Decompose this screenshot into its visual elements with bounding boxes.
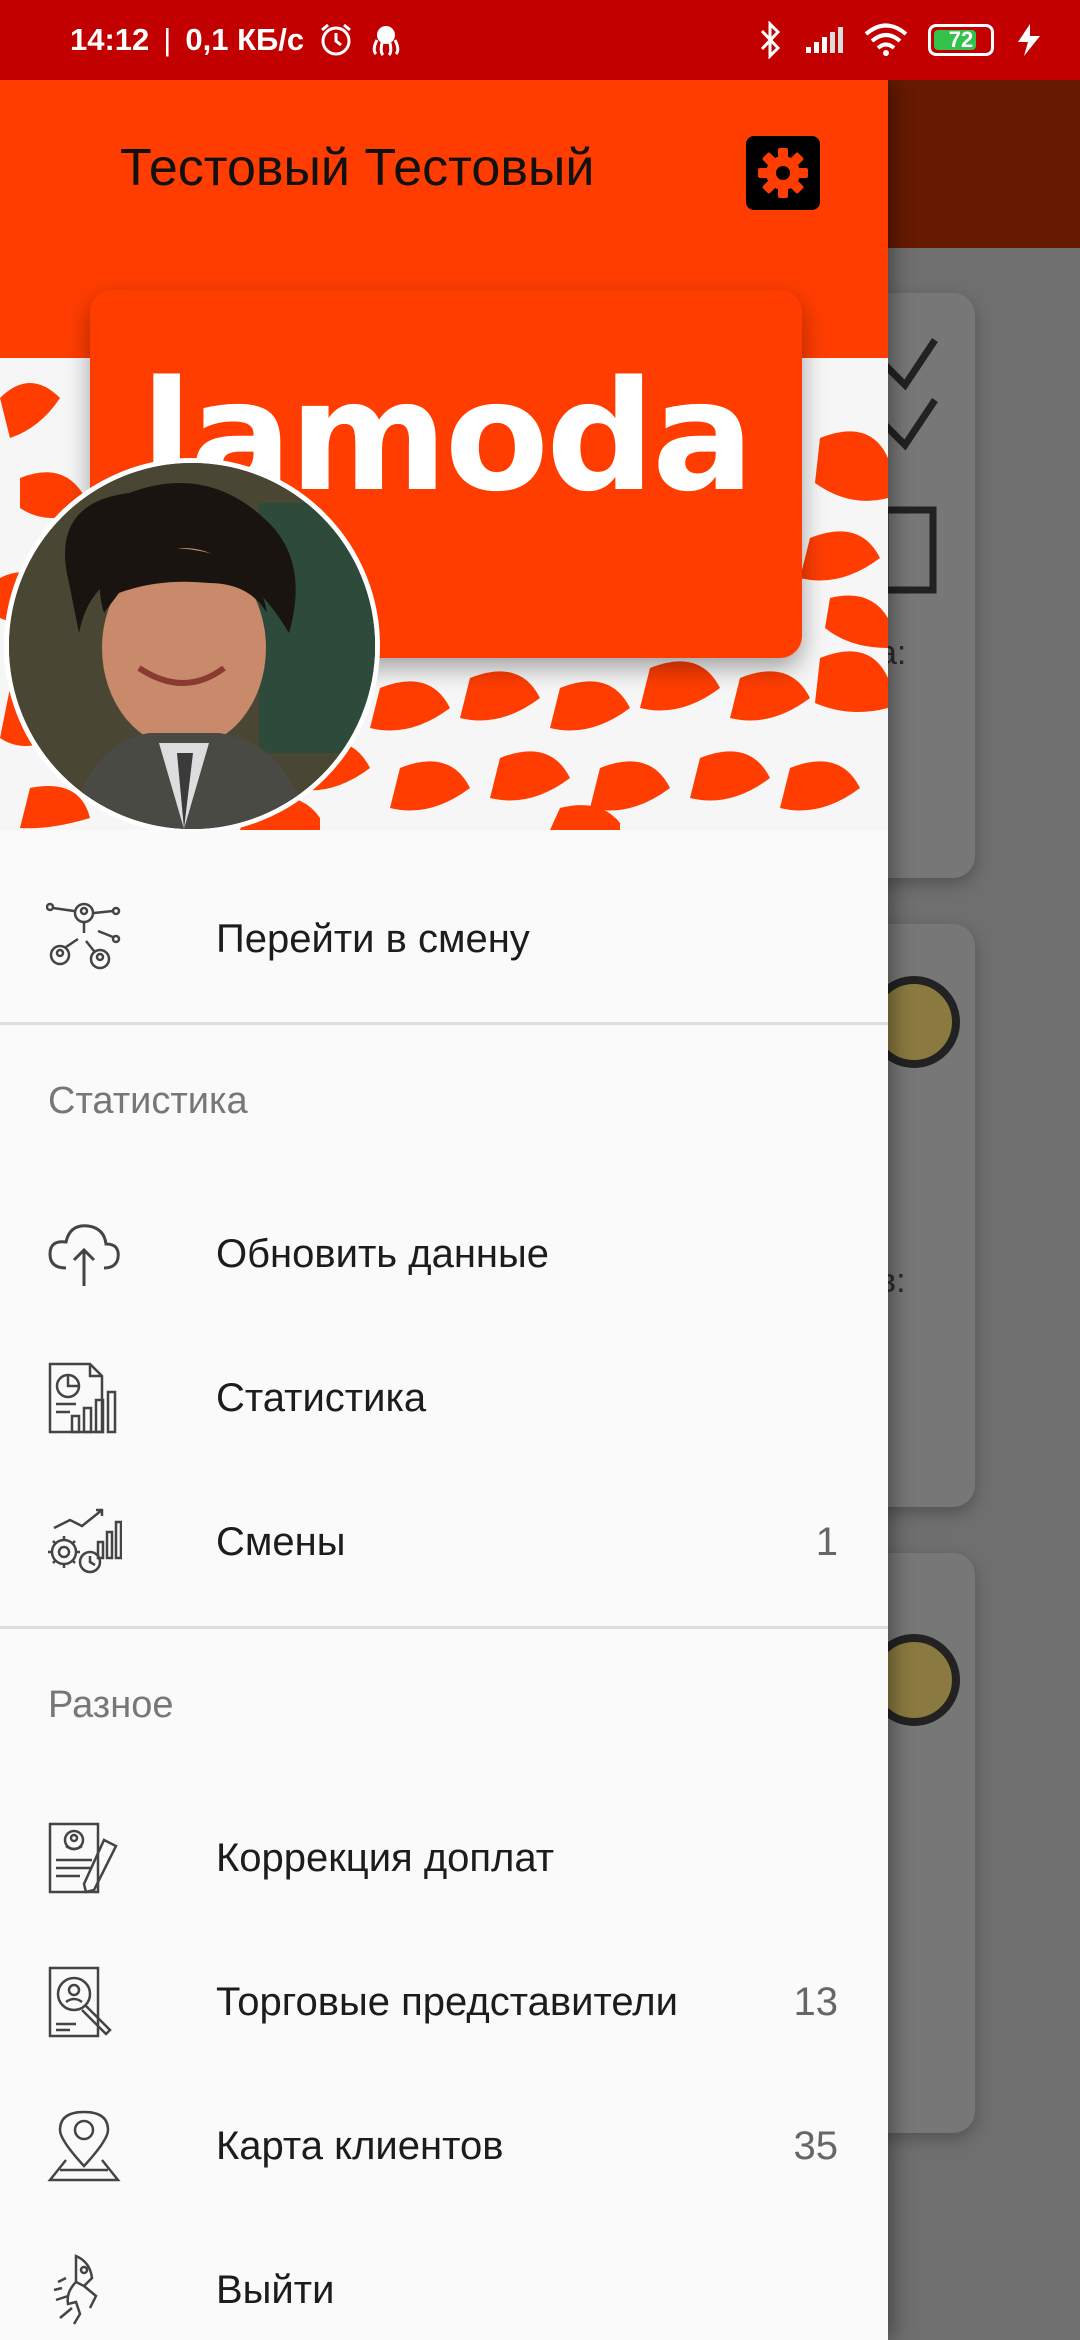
- charging-icon: [1018, 24, 1040, 56]
- menu-item-logout[interactable]: Выйти: [0, 2220, 888, 2340]
- menu-item-label: Карта клиентов: [216, 2123, 504, 2168]
- user-name: Тестовый Тестовый: [120, 139, 595, 197]
- gear-icon: [758, 148, 808, 198]
- avatar-photo: [9, 463, 375, 829]
- menu-item-label: Коррекция доплат: [216, 1835, 555, 1880]
- menu-item-go-to-shift[interactable]: Перейти в смену: [0, 869, 888, 1009]
- signal-icon: [806, 27, 843, 53]
- status-net-speed: 0,1 КБ/с: [185, 22, 305, 57]
- menu-item-label: Статистика: [216, 1375, 427, 1420]
- menu-item-client-map[interactable]: Карта клиентов 35: [0, 2076, 888, 2216]
- menu-item-refresh-data[interactable]: Обновить данные: [0, 1184, 888, 1324]
- battery-level: 72: [948, 27, 974, 52]
- menu-item-statistics[interactable]: Статистика: [0, 1328, 888, 1468]
- menu-item-label: Обновить данные: [216, 1231, 549, 1276]
- menu-item-count: 35: [793, 2123, 839, 2168]
- status-bar: 14:12 | 0,1 КБ/с 72: [0, 0, 1080, 80]
- section-title-statistics: Статистика: [48, 1080, 248, 1122]
- status-separator: |: [163, 22, 172, 57]
- divider: [0, 1626, 888, 1629]
- menu-item-label: Торговые представители: [216, 1979, 678, 2024]
- wifi-icon: [864, 23, 908, 56]
- gears-chart-icon: [48, 1508, 122, 1574]
- map-pin-icon: [47, 2110, 121, 2182]
- profile-edit-icon: [48, 1822, 118, 1894]
- report-chart-icon: [48, 1362, 117, 1434]
- divider: [0, 1022, 888, 1025]
- menu-item-label: Выйти: [216, 2267, 335, 2312]
- settings-button[interactable]: [746, 136, 820, 210]
- background-checklist-icon: [881, 338, 938, 594]
- battery-indicator: 72: [928, 24, 994, 56]
- menu-item-label: Перейти в смену: [216, 916, 530, 961]
- menu-item-sales-reps[interactable]: Торговые представители 13: [0, 1932, 888, 2072]
- bluetooth-icon: [760, 21, 781, 59]
- menu-item-shifts[interactable]: Смены 1: [0, 1472, 888, 1612]
- profile-search-icon: [48, 1966, 112, 2038]
- menu-item-bonus-correction[interactable]: Коррекция доплат: [0, 1788, 888, 1928]
- rocket-runner-icon: [53, 2254, 98, 2325]
- navigation-drawer: Тестовый Тестовый lamoda Перейти в смену…: [0, 80, 888, 2340]
- octopus-icon: [372, 26, 400, 57]
- drawer-header: Тестовый Тестовый lamoda: [0, 80, 888, 830]
- status-time: 14:12: [70, 22, 150, 57]
- cloud-upload-icon: [48, 1224, 120, 1286]
- avatar[interactable]: [4, 458, 380, 830]
- alarm-icon: [321, 23, 352, 56]
- menu-item-label: Смены: [216, 1519, 346, 1564]
- menu-item-count: 13: [793, 1979, 839, 2024]
- menu-item-count: 1: [815, 1519, 838, 1564]
- network-users-icon: [46, 902, 121, 970]
- section-title-misc: Разное: [48, 1684, 174, 1726]
